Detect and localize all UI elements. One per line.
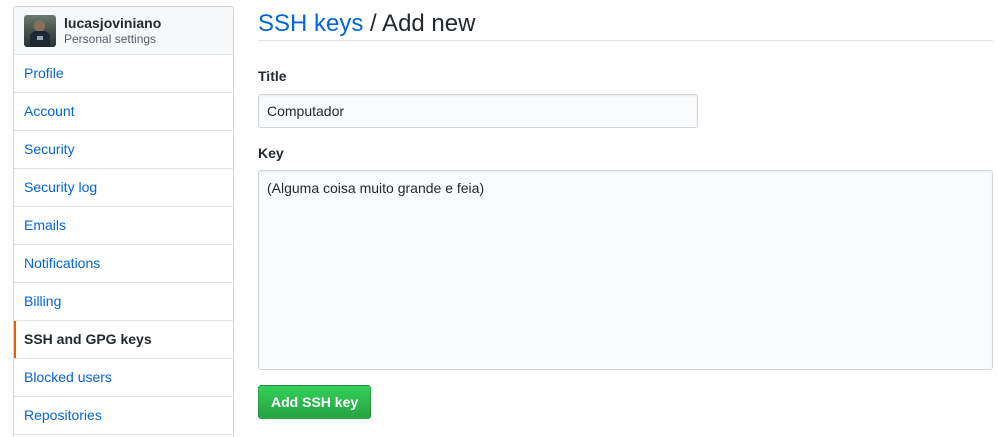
sidebar-item-security-log[interactable]: Security log bbox=[14, 169, 233, 207]
sidebar-user: lucasjoviniano Personal settings bbox=[64, 15, 161, 47]
key-label: Key bbox=[258, 145, 284, 161]
key-textarea[interactable]: (Alguma coisa muito grande e feia) bbox=[258, 170, 993, 370]
sidebar-header: lucasjoviniano Personal settings bbox=[14, 7, 233, 55]
settings-sidebar: lucasjoviniano Personal settings Profile… bbox=[13, 6, 234, 437]
page-title-rest: / Add new bbox=[363, 10, 476, 37]
sidebar-item-billing[interactable]: Billing bbox=[14, 283, 233, 321]
title-label: Title bbox=[258, 68, 287, 84]
sidebar-item-notifications[interactable]: Notifications bbox=[14, 245, 233, 283]
add-ssh-key-button[interactable]: Add SSH key bbox=[258, 385, 372, 419]
sidebar-item-security[interactable]: Security bbox=[14, 131, 233, 169]
title-input[interactable] bbox=[258, 94, 698, 128]
sidebar-item-ssh-gpg-keys[interactable]: SSH and GPG keys bbox=[14, 321, 233, 359]
sidebar-item-account[interactable]: Account bbox=[14, 93, 233, 131]
sidebar-item-emails[interactable]: Emails bbox=[14, 207, 233, 245]
ssh-keys-breadcrumb-link[interactable]: SSH keys bbox=[258, 10, 363, 37]
sidebar-item-profile[interactable]: Profile bbox=[14, 55, 233, 93]
sidebar-subtitle: Personal settings bbox=[64, 31, 157, 46]
sidebar-item-blocked-users[interactable]: Blocked users bbox=[14, 359, 233, 397]
sidebar-username[interactable]: lucasjoviniano bbox=[64, 15, 161, 31]
page-title: SSH keys / Add new bbox=[258, 0, 993, 41]
sidebar-item-repositories[interactable]: Repositories bbox=[14, 397, 233, 435]
avatar[interactable] bbox=[24, 14, 56, 47]
main-content: SSH keys / Add new Title Key (Alguma coi… bbox=[258, 0, 993, 419]
